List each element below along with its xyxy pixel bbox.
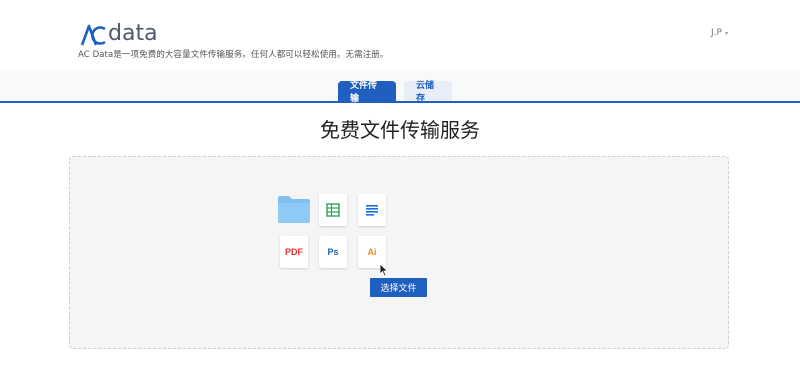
- pdf-icon-label: PDF: [285, 247, 303, 257]
- page-title: 免费文件传输服务: [320, 118, 480, 142]
- file-dropzone[interactable]: [69, 156, 729, 349]
- select-files-button[interactable]: 选择文件: [370, 278, 427, 297]
- chevron-down-icon: ▾: [724, 29, 728, 37]
- folder-icon: [277, 194, 311, 224]
- tabs: 文件传输 云储存: [338, 81, 452, 104]
- header: data AC Data是一项免费的大容量文件传输服务。任何人都可以轻松使用。无…: [0, 0, 800, 70]
- ac-logo-icon: [80, 24, 106, 46]
- logo[interactable]: data: [80, 18, 158, 46]
- photoshop-icon: Ps: [319, 236, 347, 268]
- illustrator-icon-label: Ai: [367, 247, 377, 257]
- tab-cloud-storage[interactable]: 云储存: [404, 81, 452, 104]
- tab-file-transfer[interactable]: 文件传输: [338, 81, 396, 104]
- document-icon: [358, 194, 386, 226]
- spreadsheet-icon: [319, 194, 347, 226]
- user-name: J.P: [711, 28, 722, 38]
- logo-text: data: [108, 21, 158, 46]
- pdf-icon: PDF: [280, 236, 308, 268]
- tabs-bar: 文件传输 云储存: [0, 70, 800, 104]
- tagline: AC Data是一项免费的大容量文件传输服务。任何人都可以轻松使用。无需注册。: [78, 50, 389, 60]
- photoshop-icon-label: Ps: [327, 247, 339, 257]
- user-menu[interactable]: J.P ▾: [711, 28, 728, 38]
